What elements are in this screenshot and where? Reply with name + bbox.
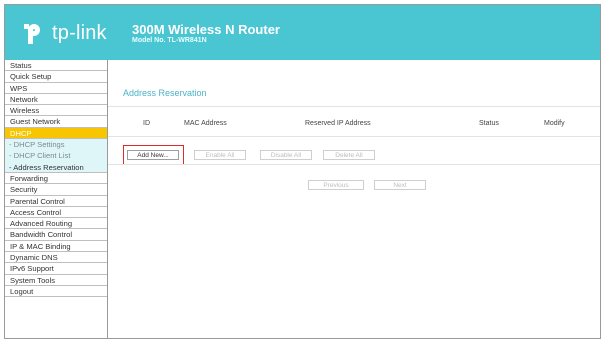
sidebar-item-forwarding[interactable]: Forwarding [5, 172, 107, 185]
section-title: Address Reservation [123, 88, 207, 98]
page-title: 300M Wireless N Router [132, 22, 280, 37]
logo-text: tp-link [52, 21, 107, 44]
sidebar-item-security[interactable]: Security [5, 184, 107, 196]
sidebar-item-dhcp-settings[interactable]: - DHCP Settings [5, 139, 107, 151]
buttons-divider [108, 164, 600, 165]
sidebar-item-access-control[interactable]: Access Control [5, 206, 107, 219]
sidebar-item-ip-mac-binding[interactable]: IP & MAC Binding [5, 240, 107, 253]
logo: tp-link [21, 15, 107, 51]
col-header-reserved-ip: Reserved IP Address [305, 120, 371, 127]
tp-link-logo-icon [24, 24, 40, 44]
sidebar-item-dynamic-dns[interactable]: Dynamic DNS [5, 252, 107, 264]
sidebar-item-wps[interactable]: WPS [5, 82, 107, 94]
col-header-id: ID [143, 120, 150, 127]
col-header-modify: Modify [544, 120, 565, 127]
router-admin-window: tp-link 300M Wireless N Router Model No.… [4, 4, 601, 339]
sidebar-item-address-reservation[interactable]: - Address Reservation [5, 161, 107, 173]
next-button[interactable]: Next [374, 180, 426, 190]
sidebar-item-bandwidth-control[interactable]: Bandwidth Control [5, 229, 107, 241]
previous-button[interactable]: Previous [308, 180, 364, 190]
sidebar-nav: Status Quick Setup WPS Network Wireless Guest… [5, 60, 107, 298]
sidebar-item-ipv6-support[interactable]: IPv6 Support [5, 263, 107, 275]
header-bar: tp-link 300M Wireless N Router Model No.… [5, 5, 600, 60]
sidebar-item-advanced-routing[interactable]: Advanced Routing [5, 218, 107, 230]
main-content: Address Reservation ID MAC Address Reser… [108, 60, 600, 338]
model-number: Model No. TL-WR841N [132, 37, 207, 44]
col-header-status: Status [479, 120, 499, 127]
sidebar-item-parental-control[interactable]: Parental Control [5, 195, 107, 207]
sidebar-item-guest-network[interactable]: Guest Network [5, 116, 107, 128]
sidebar-item-status[interactable]: Status [5, 60, 107, 72]
sidebar-item-network[interactable]: Network [5, 93, 107, 106]
sidebar-item-dhcp[interactable]: DHCP [5, 127, 107, 140]
sidebar-item-dhcp-client-list[interactable]: - DHCP Client List [5, 150, 107, 162]
enable-all-button[interactable]: Enable All [194, 150, 246, 160]
section-divider [108, 106, 600, 107]
sidebar-item-logout[interactable]: Logout [5, 285, 107, 298]
highlight-box [123, 145, 184, 165]
col-header-mac: MAC Address [184, 120, 227, 127]
delete-all-button[interactable]: Delete All [323, 150, 375, 160]
sidebar-item-quick-setup[interactable]: Quick Setup [5, 71, 107, 83]
sidebar-item-system-tools[interactable]: System Tools [5, 274, 107, 286]
sidebar-item-wireless[interactable]: Wireless [5, 105, 107, 117]
table-divider [108, 136, 600, 137]
disable-all-button[interactable]: Disable All [260, 150, 312, 160]
